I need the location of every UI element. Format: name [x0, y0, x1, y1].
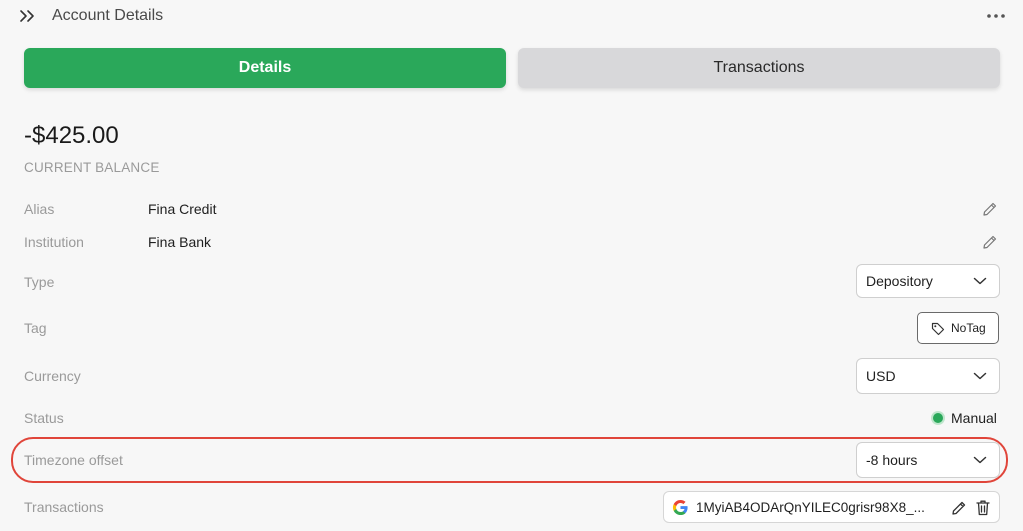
- page-title: Account Details: [52, 7, 164, 24]
- google-icon: [672, 499, 688, 516]
- type-label: Type: [24, 274, 55, 290]
- tag-label: Tag: [24, 320, 47, 336]
- pencil-icon[interactable]: [951, 500, 967, 516]
- currency-select[interactable]: USD: [856, 358, 1000, 394]
- timezone-label: Timezone offset: [24, 452, 123, 468]
- balance-amount: -$425.00: [24, 122, 119, 149]
- tab-details[interactable]: Details: [24, 48, 506, 88]
- tab-transactions[interactable]: Transactions: [518, 48, 1000, 88]
- institution-label: Institution: [24, 234, 84, 250]
- alias-value: Fina Credit: [148, 201, 217, 217]
- currency-select-value: USD: [866, 368, 896, 384]
- pencil-icon[interactable]: [982, 201, 998, 217]
- currency-label: Currency: [24, 368, 81, 384]
- header: Account Details: [0, 0, 1023, 34]
- status-dot-icon: [933, 413, 943, 423]
- pencil-icon[interactable]: [982, 234, 998, 250]
- more-dots-icon[interactable]: [984, 10, 1008, 22]
- transactions-source-value: 1MyiAB4ODArQnYILEC0grisr98X8_...: [696, 500, 925, 515]
- chevron-down-icon: [973, 277, 987, 285]
- balance-label: CURRENT BALANCE: [24, 160, 160, 175]
- institution-value: Fina Bank: [148, 234, 212, 250]
- double-chevron-right-icon[interactable]: [18, 8, 38, 24]
- chevron-down-icon: [973, 456, 987, 464]
- status-label: Status: [24, 410, 64, 426]
- timezone-select-value: -8 hours: [866, 452, 918, 468]
- transactions-label: Transactions: [24, 499, 104, 515]
- chevron-down-icon: [973, 372, 987, 380]
- transactions-source-field[interactable]: 1MyiAB4ODArQnYILEC0grisr98X8_...: [663, 491, 1000, 523]
- type-select-value: Depository: [866, 273, 933, 289]
- type-select[interactable]: Depository: [856, 264, 1000, 298]
- alias-label: Alias: [24, 201, 55, 217]
- trash-icon[interactable]: [975, 499, 991, 516]
- tag-button-label: NoTag: [951, 321, 986, 335]
- timezone-select[interactable]: -8 hours: [856, 442, 1000, 478]
- tag-button[interactable]: NoTag: [917, 312, 999, 344]
- status-value: Manual: [951, 410, 997, 426]
- tag-icon: [931, 322, 945, 336]
